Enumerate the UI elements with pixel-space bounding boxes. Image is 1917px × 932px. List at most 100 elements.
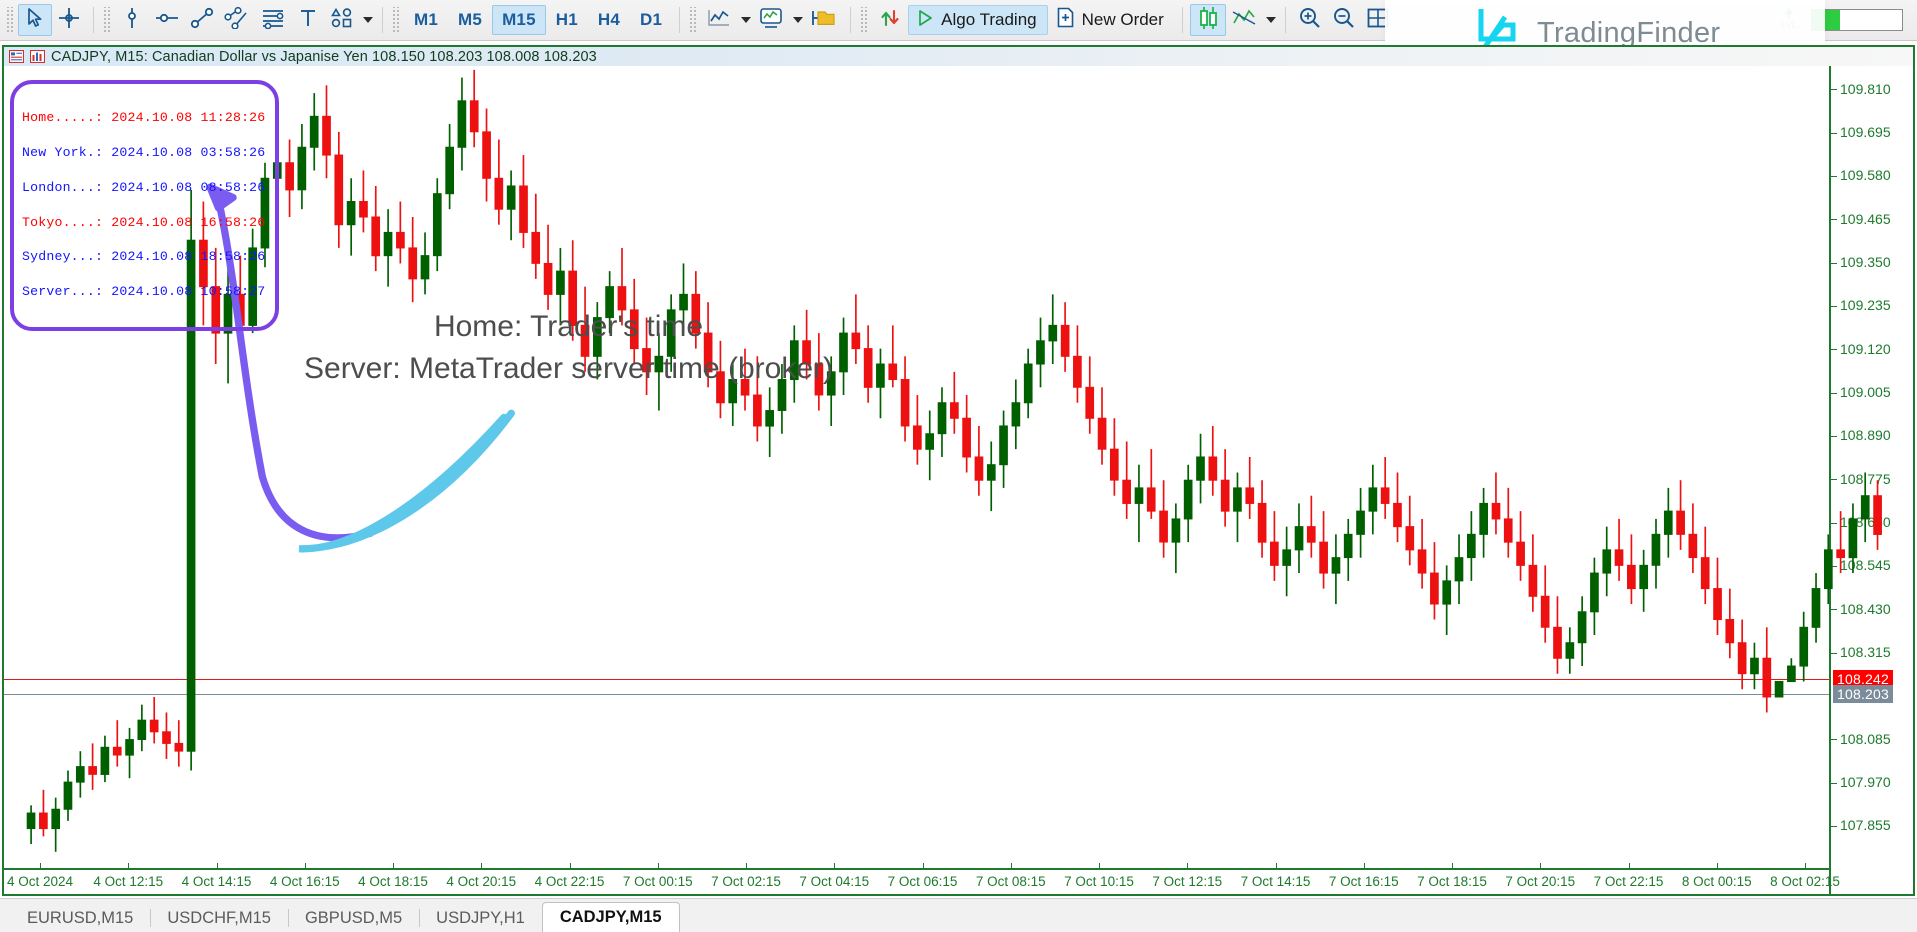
toolbar-separator: [93, 7, 94, 33]
toolbar-separator-3: [679, 7, 681, 33]
text-tool-button[interactable]: [291, 4, 325, 36]
level-indicator: LVL: [1771, 4, 1807, 36]
shapes-dropdown-caret[interactable]: [363, 17, 373, 23]
time-tick-label: 7 Oct 02:15: [711, 874, 781, 889]
price-tick: 108.315: [1831, 644, 1891, 660]
toolbar-separator-5: [1181, 7, 1183, 33]
price-tick: 108.775: [1831, 471, 1891, 487]
price-tick-label: 108.545: [1840, 557, 1891, 574]
new-order-button[interactable]: New Order: [1048, 5, 1175, 35]
toolbar-separator-2: [382, 7, 383, 33]
time-tick-label: 7 Oct 18:15: [1417, 874, 1487, 889]
timeframe-m15[interactable]: M15: [492, 5, 546, 35]
shapes-button[interactable]: [325, 4, 359, 36]
autotrading-toggle-button[interactable]: [872, 4, 908, 36]
tab-gbpusd-m5[interactable]: GBPUSD,M5: [287, 904, 419, 932]
time-tick-mark: [1187, 863, 1189, 870]
vertical-line-button[interactable]: [115, 4, 149, 36]
chart-window[interactable]: CADJPY, M15: Canadian Dollar vs Japanise…: [2, 45, 1915, 896]
price-tick-label: 109.005: [1840, 383, 1891, 400]
price-tick: 108.890: [1831, 427, 1891, 443]
chart-type-button[interactable]: [701, 4, 737, 36]
tab-usdjpy-h1[interactable]: USDJPY,H1: [419, 904, 542, 932]
time-tick-mark: [746, 863, 747, 870]
fibonacci-button[interactable]: [255, 4, 291, 36]
price-tick-label: 109.695: [1840, 123, 1891, 140]
horizontal-line-button[interactable]: [149, 4, 185, 36]
session-time-panel: Home.....: 2024.10.08 11:28:26 New York.…: [10, 80, 280, 331]
timeframe-toolbar-grip[interactable]: [392, 7, 399, 33]
time-tick-mark: [1099, 863, 1100, 870]
chart-plot-area[interactable]: Home: Trader's time Server: MetaTrader s…: [4, 66, 1913, 894]
arrows-up-down-icon: [877, 6, 903, 35]
price-tick: 108.660: [1831, 514, 1891, 530]
time-row-sydney: Sydney...: 2024.10.08 18:58:26: [22, 249, 266, 265]
algo-trading-button[interactable]: Algo Trading: [908, 5, 1048, 35]
indicator-line-button[interactable]: [1226, 4, 1262, 36]
timeframe-h4[interactable]: H4: [588, 5, 630, 35]
indicators-button[interactable]: [753, 4, 789, 36]
price-axis[interactable]: 109.810 109.695 109.580 109.465 109.350 109.2…: [1829, 66, 1913, 894]
price-tick: 107.855: [1831, 817, 1891, 833]
crosshair-icon: [58, 7, 80, 34]
new-order-icon: [1056, 7, 1075, 33]
chart-properties-icon[interactable]: [8, 49, 25, 64]
timeframe-d1[interactable]: D1: [630, 5, 672, 35]
tab-cadjpy-m15[interactable]: CADJPY,M15: [541, 902, 680, 932]
toolbar-grip[interactable]: [6, 7, 13, 33]
time-tick-label: 7 Oct 12:15: [1152, 874, 1223, 889]
tab-eurusd-m15[interactable]: EURUSD,M15: [10, 904, 150, 932]
drawing-toolbar-grip[interactable]: [103, 7, 110, 33]
chart-data-icon[interactable]: [29, 49, 46, 64]
equidistant-channel-icon: [224, 6, 250, 34]
timeframe-m5[interactable]: M5: [448, 5, 492, 35]
indicator-line-caret[interactable]: [1265, 17, 1276, 23]
price-tick-label: 107.855: [1840, 817, 1891, 834]
time-tick-label: 7 Oct 14:15: [1240, 874, 1311, 889]
time-tick-label: 4 Oct 20:15: [446, 874, 517, 889]
open-folder-button[interactable]: [805, 4, 843, 36]
time-row-tokyo: Tokyo....: 2024.10.08 16:58:26: [22, 215, 265, 228]
time-row-home: Home.....: 2024.10.08 11:28:26: [22, 111, 265, 124]
price-tick-label: 107.970: [1840, 773, 1891, 790]
time-row-server: Server...: 2024.10.08 10:58:27: [22, 285, 265, 298]
time-row-new-york-text: New York.: 2024.10.08 03:58:26: [22, 144, 266, 160]
chart-type-caret[interactable]: [741, 17, 752, 23]
time-row-sydney-text: Sydney...: 2024.10.08 18:58:26: [22, 249, 266, 265]
trendline-button[interactable]: [185, 4, 219, 36]
open-folder-icon: [810, 7, 838, 34]
zoom-out-button[interactable]: [1327, 4, 1361, 36]
price-tick-label: 109.350: [1840, 253, 1891, 270]
tile-windows-button[interactable]: [1361, 4, 1395, 36]
timeframe-h1[interactable]: H1: [546, 5, 588, 35]
tab-usdchf-m15[interactable]: USDCHF,M15: [150, 904, 288, 932]
price-tick: 109.465: [1831, 211, 1891, 227]
price-tick-label: 108.315: [1840, 643, 1891, 660]
indicators-caret[interactable]: [793, 17, 804, 23]
annotation-text-block: Home: Trader's time Server: MetaTrader s…: [304, 306, 833, 390]
time-axis[interactable]: 4 Oct 2024 4 Oct 12:15 4 Oct 14:15 4 Oct 16…: [4, 863, 1840, 894]
time-tick-mark: [1540, 863, 1542, 870]
price-tick-label: 108.775: [1840, 470, 1891, 487]
time-row-new-york: New York.: 2024.10.08 03:58:26: [22, 144, 266, 160]
toolbar-separator-6: [1284, 7, 1286, 33]
candlestick-view-button[interactable]: [1189, 4, 1226, 36]
crosshair-button[interactable]: [52, 4, 86, 36]
indicators-icon: [758, 6, 784, 35]
time-tick-label: 7 Oct 20:15: [1505, 874, 1576, 889]
time-tick-mark: [1628, 863, 1630, 870]
time-tick-label: 8 Oct 00:15: [1681, 874, 1752, 889]
zoom-in-button[interactable]: [1293, 4, 1327, 36]
bid-price-badge: 108.203: [1833, 685, 1894, 704]
trade-toolbar-grip[interactable]: [860, 7, 868, 33]
timeframe-m1[interactable]: M1: [404, 5, 448, 35]
time-tick-label: 4 Oct 22:15: [534, 874, 605, 889]
price-tick: 108.545: [1831, 557, 1891, 573]
equidistant-channel-button[interactable]: [219, 4, 255, 36]
line-chart-icon: [706, 7, 732, 34]
time-tick-mark: [834, 863, 836, 870]
cursor-arrow-button[interactable]: [18, 4, 52, 36]
time-tick-mark: [1452, 863, 1453, 870]
price-tick-label: 109.580: [1840, 167, 1891, 184]
charts-toolbar-grip[interactable]: [689, 7, 697, 33]
